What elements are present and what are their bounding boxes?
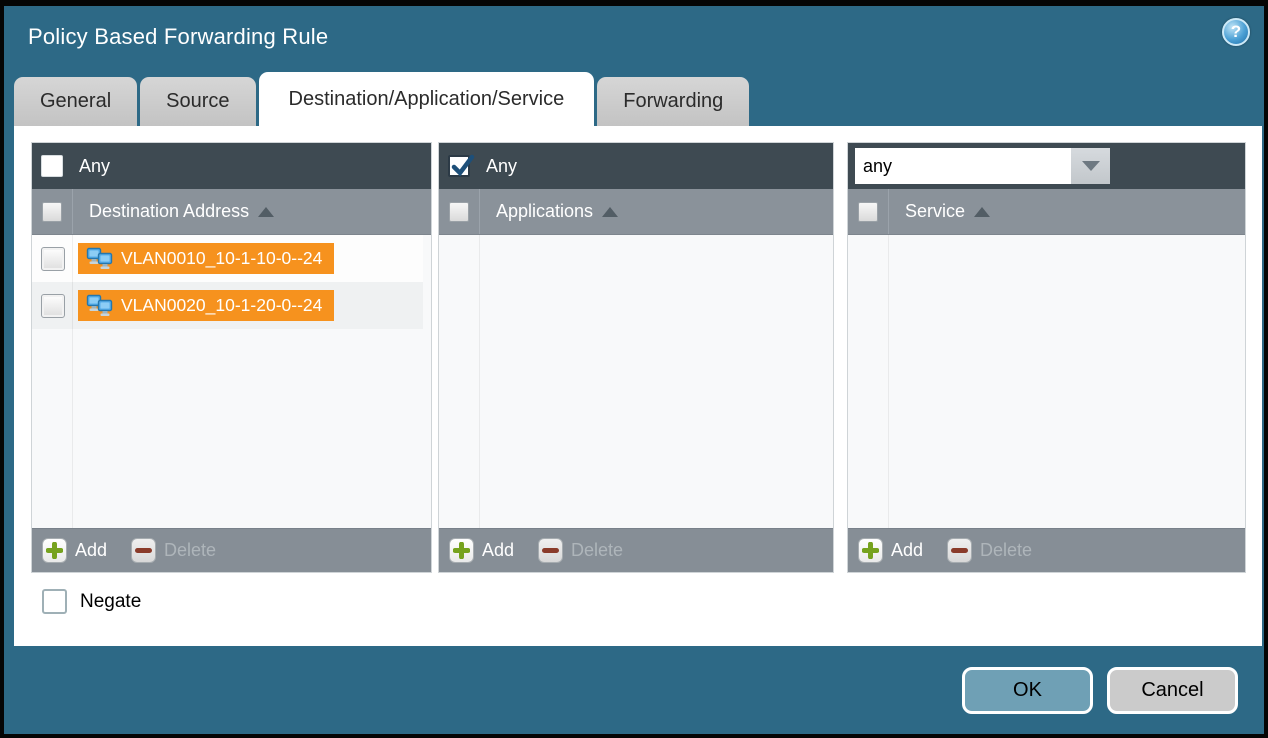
add-button[interactable]: Add — [42, 538, 107, 563]
delete-button[interactable]: Delete — [538, 538, 623, 563]
destination-toolbar: Add Delete — [32, 528, 431, 572]
dialog-title: Policy Based Forwarding Rule — [28, 24, 328, 50]
tab-forwarding-label: Forwarding — [623, 90, 723, 113]
delete-button[interactable]: Delete — [947, 538, 1032, 563]
address-object-label: VLAN0010_10-1-10-0--24 — [121, 248, 322, 269]
destination-column-sort[interactable]: Destination Address — [89, 201, 274, 222]
service-column-sort[interactable]: Service — [905, 201, 990, 222]
applications-select-all-checkbox[interactable] — [449, 202, 469, 222]
delete-button-label: Delete — [164, 540, 216, 561]
add-button[interactable]: Add — [858, 538, 923, 563]
destination-any-checkbox[interactable] — [41, 155, 63, 177]
destination-address-panel: Any Destination Address — [31, 142, 432, 573]
applications-column-label: Applications — [496, 201, 593, 222]
dialog-titlebar: Policy Based Forwarding Rule ? — [4, 6, 1264, 68]
add-button[interactable]: Add — [449, 538, 514, 563]
applications-toolbar: Add Delete — [439, 528, 833, 572]
panel-row: Any Destination Address — [14, 142, 1262, 573]
dialog-footer: OK Cancel — [4, 646, 1264, 734]
destination-list: VLAN0010_10-1-10-0--24 — [32, 235, 431, 528]
delete-button[interactable]: Delete — [131, 538, 216, 563]
help-icon-glyph: ? — [1231, 22, 1241, 42]
destination-any-row: Any — [32, 143, 431, 189]
applications-list — [439, 235, 833, 528]
negate-checkbox[interactable] — [42, 589, 67, 614]
service-dropdown-row: any — [848, 143, 1245, 189]
delete-icon — [131, 538, 156, 563]
service-dropdown-button[interactable] — [1071, 148, 1110, 184]
add-button-label: Add — [75, 540, 107, 561]
column-separator — [72, 235, 73, 528]
tab-bar: General Source Destination/Application/S… — [14, 72, 752, 126]
delete-button-label: Delete — [980, 540, 1032, 561]
address-object-chip[interactable]: VLAN0010_10-1-10-0--24 — [78, 243, 334, 274]
applications-column-header: Applications — [439, 189, 833, 235]
sort-ascending-icon — [258, 207, 274, 217]
destination-select-all-checkbox[interactable] — [42, 202, 62, 222]
applications-any-label: Any — [486, 156, 517, 177]
destination-column-header: Destination Address — [32, 189, 431, 235]
help-icon[interactable]: ? — [1222, 18, 1250, 46]
tab-general-label: General — [40, 90, 111, 113]
sort-ascending-icon — [974, 207, 990, 217]
ok-button[interactable]: OK — [962, 667, 1093, 714]
add-icon — [858, 538, 883, 563]
delete-icon — [947, 538, 972, 563]
add-button-label: Add — [482, 540, 514, 561]
sort-ascending-icon — [602, 207, 618, 217]
tab-content-area: Any Destination Address — [14, 126, 1262, 646]
tab-destination-application-service-label: Destination/Application/Service — [289, 88, 565, 111]
service-list — [848, 235, 1245, 528]
address-object-chip[interactable]: VLAN0020_10-1-20-0--24 — [78, 290, 334, 321]
delete-button-label: Delete — [571, 540, 623, 561]
add-button-label: Add — [891, 540, 923, 561]
chevron-down-icon — [1082, 161, 1100, 171]
tab-destination-application-service[interactable]: Destination/Application/Service — [259, 72, 595, 126]
column-separator — [888, 235, 889, 528]
destination-select-all-cell — [32, 189, 73, 234]
applications-select-all-cell — [439, 189, 480, 234]
applications-any-checkbox[interactable] — [448, 155, 470, 177]
service-dropdown[interactable]: any — [855, 148, 1110, 184]
negate-row: Negate — [42, 589, 141, 614]
add-icon — [42, 538, 67, 563]
network-address-icon — [86, 294, 113, 317]
table-row[interactable]: VLAN0020_10-1-20-0--24 — [32, 282, 423, 329]
tab-source-label: Source — [166, 90, 229, 113]
applications-panel: Any Applications — [438, 142, 834, 573]
service-toolbar: Add Delete — [848, 528, 1245, 572]
applications-column-sort[interactable]: Applications — [496, 201, 618, 222]
add-icon — [449, 538, 474, 563]
tab-forwarding[interactable]: Forwarding — [597, 77, 749, 126]
service-column-label: Service — [905, 201, 965, 222]
service-select-all-cell — [848, 189, 889, 234]
column-separator — [479, 235, 480, 528]
service-column-header: Service — [848, 189, 1245, 235]
row-checkbox[interactable] — [41, 247, 65, 271]
destination-any-label: Any — [79, 156, 110, 177]
address-object-label: VLAN0020_10-1-20-0--24 — [121, 295, 322, 316]
negate-label: Negate — [80, 591, 141, 613]
tab-general[interactable]: General — [14, 77, 137, 126]
policy-based-forwarding-rule-dialog: Policy Based Forwarding Rule ? General S… — [0, 0, 1268, 738]
service-dropdown-value[interactable]: any — [855, 148, 1071, 184]
service-panel: any Service — [847, 142, 1246, 573]
delete-icon — [538, 538, 563, 563]
checkmark-icon — [450, 153, 476, 179]
service-select-all-checkbox[interactable] — [858, 202, 878, 222]
network-address-icon — [86, 247, 113, 270]
row-checkbox[interactable] — [41, 294, 65, 318]
cancel-button[interactable]: Cancel — [1107, 667, 1238, 714]
table-row[interactable]: VLAN0010_10-1-10-0--24 — [32, 235, 423, 282]
destination-column-label: Destination Address — [89, 201, 249, 222]
applications-any-row: Any — [439, 143, 833, 189]
tab-source[interactable]: Source — [140, 77, 255, 126]
